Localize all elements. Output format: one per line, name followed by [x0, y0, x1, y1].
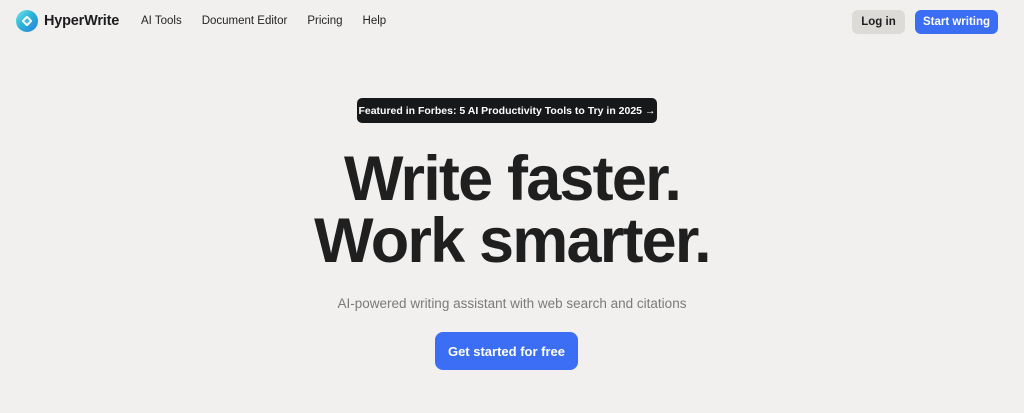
hyperwrite-logo-icon [16, 10, 38, 32]
hero-subtitle: AI-powered writing assistant with web se… [337, 296, 687, 311]
headline-line-1: Write faster. [343, 144, 682, 214]
brand-name: HyperWrite [44, 13, 120, 29]
login-button[interactable]: Log in [852, 10, 905, 34]
brand-link[interactable]: HyperWrite [16, 10, 119, 32]
arrow-right-icon: → [645, 104, 656, 117]
headline-line-2: Work smarter. [314, 206, 711, 276]
hero-headline: Write faster. Work smarter. [0, 144, 1024, 276]
get-started-button[interactable]: Get started for free [435, 332, 578, 370]
announcement-text: Featured in Forbes: 5 AI Productivity To… [358, 104, 643, 117]
nav-link-ai-tools[interactable]: AI Tools [141, 14, 182, 29]
start-writing-button[interactable]: Start writing [915, 10, 998, 34]
nav-link-document-editor[interactable]: Document Editor [202, 14, 288, 29]
top-navigation: HyperWrite AI Tools Document Editor Pric… [0, 0, 1024, 44]
nav-link-help[interactable]: Help [363, 14, 387, 29]
nav-link-pricing[interactable]: Pricing [307, 14, 342, 29]
announcement-pill[interactable]: Featured in Forbes: 5 AI Productivity To… [357, 98, 657, 123]
nav-links: AI Tools Document Editor Pricing Help [141, 14, 406, 29]
